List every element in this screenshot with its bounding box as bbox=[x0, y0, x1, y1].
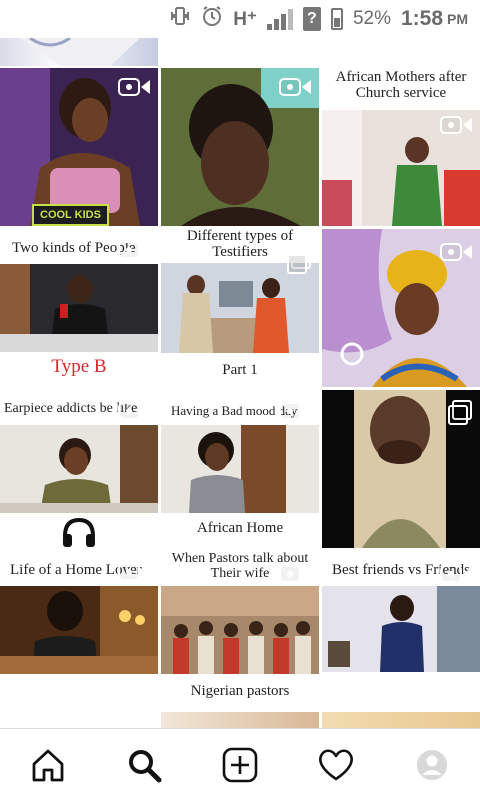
grid-post[interactable] bbox=[322, 229, 480, 387]
carousel-icon bbox=[287, 249, 311, 274]
video-icon bbox=[118, 76, 150, 98]
grid-post[interactable]: Two kinds of People Type B bbox=[0, 229, 158, 387]
video-icon bbox=[279, 76, 311, 98]
video-icon bbox=[440, 114, 472, 136]
post-thumbnail bbox=[0, 586, 158, 674]
post-thumbnail bbox=[161, 425, 319, 513]
clock-time: 1:58 bbox=[400, 7, 443, 30]
headphones-icon bbox=[63, 517, 95, 547]
grid-post[interactable]: African Mothers after Church service bbox=[322, 68, 480, 226]
nav-new-post-button[interactable] bbox=[216, 741, 264, 789]
vibrate-icon bbox=[169, 5, 191, 33]
grid-post[interactable]: Best friends vs Friends bbox=[322, 551, 480, 709]
video-icon bbox=[279, 400, 311, 422]
post-bottom-caption: Type B bbox=[0, 357, 158, 377]
nav-activity-button[interactable] bbox=[312, 741, 360, 789]
nav-profile-button[interactable] bbox=[408, 741, 456, 789]
no-sim-icon: ? bbox=[302, 7, 321, 31]
video-icon bbox=[440, 241, 472, 263]
grid-post[interactable]: COOL KIDS bbox=[0, 68, 158, 226]
alarm-icon bbox=[201, 5, 223, 33]
post-thumbnail bbox=[161, 586, 319, 674]
grid-post[interactable]: Having a Bad mood day African Home bbox=[161, 390, 319, 548]
grid-post[interactable] bbox=[0, 712, 158, 728]
grid-post[interactable]: Different types of Testifiers Part 1 bbox=[161, 229, 319, 387]
post-bottom-caption: Part 1 bbox=[161, 362, 319, 379]
nav-search-button[interactable] bbox=[120, 741, 168, 789]
video-icon bbox=[118, 239, 150, 261]
nav-home-button[interactable] bbox=[24, 741, 72, 789]
grid-post[interactable]: Life of a Home Lover bbox=[0, 551, 158, 709]
grid-post[interactable] bbox=[322, 390, 480, 548]
video-icon bbox=[279, 563, 311, 585]
post-thumbnail bbox=[322, 586, 480, 672]
bottom-nav bbox=[0, 728, 480, 800]
grid-post[interactable]: When Pastors talk about Their wife Niger… bbox=[161, 551, 319, 709]
search-icon bbox=[129, 749, 162, 782]
grid-post[interactable] bbox=[161, 68, 319, 226]
battery-icon bbox=[330, 8, 343, 30]
grid-post[interactable]: Earpiece addicts be like bbox=[0, 390, 158, 548]
post-thumbnail bbox=[20, 38, 140, 66]
post-caption: African Mothers after Church service bbox=[322, 69, 480, 102]
signal-icon bbox=[266, 8, 293, 30]
video-icon bbox=[118, 561, 150, 583]
cool-kids-badge: COOL KIDS bbox=[32, 204, 109, 226]
network-type: H⁺ bbox=[233, 8, 257, 30]
grid-post[interactable] bbox=[161, 38, 319, 66]
status-bar: H⁺ ? 52% 1:58 PM bbox=[0, 0, 480, 38]
grid-post[interactable] bbox=[0, 38, 158, 66]
post-thumbnail bbox=[0, 264, 158, 352]
heart-icon bbox=[319, 748, 353, 780]
explore-grid: COOL KIDS African Mothers after Church s… bbox=[0, 38, 480, 728]
grid-post[interactable] bbox=[322, 712, 480, 728]
grid-post[interactable] bbox=[161, 712, 319, 728]
video-icon bbox=[118, 400, 150, 422]
post-bottom-caption: African Home bbox=[161, 520, 319, 537]
battery-percent: 52% bbox=[352, 8, 391, 29]
post-thumbnail bbox=[161, 263, 319, 353]
avatar-icon bbox=[417, 749, 447, 780]
home-icon bbox=[32, 749, 64, 781]
post-thumbnail bbox=[0, 425, 158, 513]
plus-square-icon bbox=[222, 747, 258, 782]
carousel-icon bbox=[448, 400, 472, 425]
post-bottom-caption: Nigerian pastors bbox=[161, 683, 319, 700]
video-icon bbox=[440, 563, 472, 585]
clock-ampm: PM bbox=[447, 11, 468, 27]
